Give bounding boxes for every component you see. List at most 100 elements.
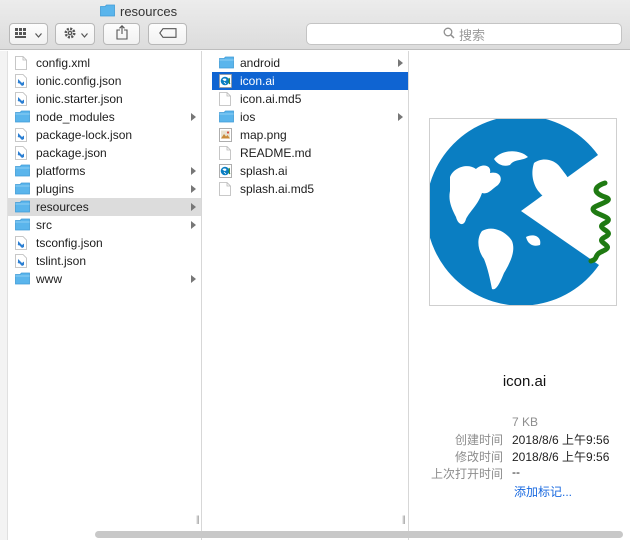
ai-file-icon [219, 74, 234, 88]
share-button[interactable] [103, 23, 140, 45]
disclosure-arrow-icon [191, 113, 196, 121]
text-file-icon [219, 182, 234, 196]
list-item[interactable]: icon.ai.md5 [212, 90, 408, 108]
folder-icon [15, 110, 30, 124]
disclosure-arrow-icon [398, 59, 403, 67]
preview-size-row: 7 KB [419, 415, 630, 431]
globe-logo-image [430, 119, 611, 305]
list-item-label: README.md [240, 146, 312, 160]
folder-icon [100, 4, 115, 18]
list-item[interactable]: platforms [8, 162, 201, 180]
list-item[interactable]: src [8, 216, 201, 234]
list-item-label: resources [36, 200, 89, 214]
xml-file-icon [15, 56, 30, 70]
list-item-label: node_modules [36, 110, 115, 124]
folder-icon [15, 164, 30, 178]
list-item[interactable]: map.png [212, 126, 408, 144]
vscode-file-icon [15, 146, 30, 160]
add-tags-link[interactable]: 添加标记... [514, 483, 572, 500]
list-item[interactable]: icon.ai [212, 72, 408, 90]
list-item-label: ionic.starter.json [36, 92, 123, 106]
vscode-file-icon [15, 92, 30, 106]
vscode-file-icon [15, 128, 30, 142]
action-menu-button[interactable] [55, 23, 95, 45]
disclosure-arrow-icon [398, 113, 403, 121]
preview-pane: icon.ai 7 KB 创建时间 2018/8/6 上午9:56 修改时间 2… [419, 51, 630, 540]
folder-icon [15, 182, 30, 196]
list-item[interactable]: splash.ai.md5 [212, 180, 408, 198]
list-item-label: plugins [36, 182, 75, 196]
list-item[interactable]: tsconfig.json [8, 234, 201, 252]
folder-icon [15, 218, 30, 232]
window-title: resources [100, 2, 177, 20]
list-item[interactable]: node_modules [8, 108, 201, 126]
grid-view-icon [15, 27, 31, 42]
list-item[interactable]: package-lock.json [8, 126, 201, 144]
column-divider [201, 51, 202, 540]
toolbar: resources 搜索 [0, 0, 630, 50]
preview-opened-value: -- [512, 465, 520, 479]
list-item-label: src [36, 218, 52, 232]
vscode-file-icon [15, 254, 30, 268]
search-field[interactable]: 搜索 [306, 23, 622, 45]
list-item[interactable]: package.json [8, 144, 201, 162]
folder-icon [15, 272, 30, 286]
column-divider [408, 51, 409, 540]
list-item-label: icon.ai.md5 [240, 92, 302, 106]
list-item-label: icon.ai [240, 74, 275, 88]
tag-icon [158, 27, 177, 41]
list-item-label: splash.ai.md5 [240, 182, 315, 196]
disclosure-arrow-icon [191, 185, 196, 193]
text-file-icon [219, 146, 234, 160]
folder-icon [219, 56, 234, 70]
list-item[interactable]: ionic.starter.json [8, 90, 201, 108]
preview-created-row: 创建时间 2018/8/6 上午9:56 [419, 431, 630, 447]
list-item-label: config.xml [36, 56, 91, 70]
list-item-label: tslint.json [36, 254, 87, 268]
list-item-label: splash.ai [240, 164, 288, 178]
preview-opened-row: 上次打开时间 -- [419, 465, 630, 481]
list-item[interactable]: tslint.json [8, 252, 201, 270]
list-item-label: map.png [240, 128, 287, 142]
list-item[interactable]: config.xml [8, 54, 201, 72]
list-item-label: www [36, 272, 62, 286]
column-resize-handle[interactable]: || [402, 514, 406, 524]
list-item-label: package.json [36, 146, 107, 160]
preview-file-name: icon.ai [502, 373, 547, 390]
disclosure-arrow-icon [191, 275, 196, 283]
list-item[interactable]: README.md [212, 144, 408, 162]
preview-tags-row: 添加标记... [419, 483, 630, 499]
preview-created-value: 2018/8/6 上午9:56 [512, 433, 610, 447]
list-item-label: tsconfig.json [36, 236, 103, 250]
column-resources: android icon.ai icon.ai.md5 ios map.png READM… [212, 51, 408, 540]
text-file-icon [219, 92, 234, 106]
preview-opened-label: 上次打开时间 [430, 467, 503, 481]
vscode-file-icon [15, 74, 30, 88]
column-resize-handle[interactable]: || [196, 514, 200, 524]
list-item-label: ios [240, 110, 256, 124]
chevron-down-icon [35, 27, 42, 41]
image-file-icon [219, 128, 234, 142]
list-item[interactable]: splash.ai [212, 162, 408, 180]
list-item[interactable]: www [8, 270, 201, 288]
disclosure-arrow-icon [191, 221, 196, 229]
view-mode-button[interactable] [9, 23, 48, 45]
ai-file-icon [219, 164, 234, 178]
preview-thumbnail [429, 118, 617, 306]
column-project: config.xml ionic.config.json ionic.starter… [8, 51, 201, 540]
disclosure-arrow-icon [191, 167, 196, 175]
disclosure-arrow-icon [191, 203, 196, 211]
list-item-label: android [240, 56, 281, 70]
preview-modified-label: 修改时间 [454, 450, 503, 464]
horizontal-scrollbar[interactable] [95, 531, 623, 538]
list-item[interactable]: android [212, 54, 408, 72]
list-item[interactable]: ios [212, 108, 408, 126]
list-item-label: ionic.config.json [36, 74, 122, 88]
edit-tags-button[interactable] [148, 23, 187, 45]
folder-icon [15, 200, 30, 214]
list-item[interactable]: resources [8, 198, 201, 216]
list-item-label: platforms [36, 164, 86, 178]
list-item[interactable]: ionic.config.json [8, 72, 201, 90]
list-item[interactable]: plugins [8, 180, 201, 198]
chevron-down-icon [80, 27, 88, 41]
